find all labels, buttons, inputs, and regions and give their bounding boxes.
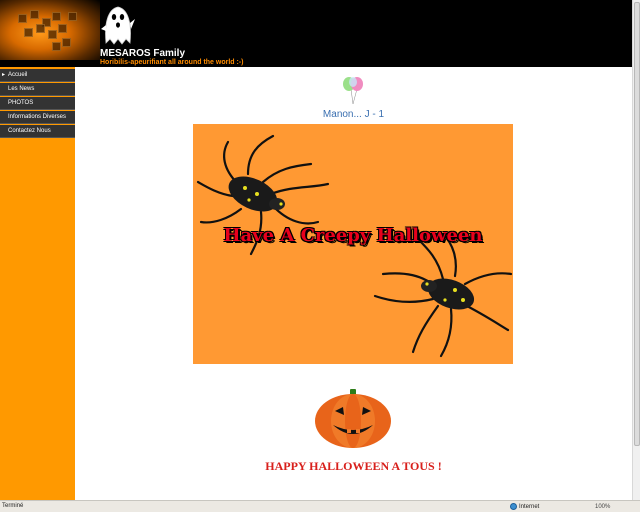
status-text: Terminé (2, 503, 24, 509)
balloons-icon (343, 77, 363, 105)
sidebar-item-photos[interactable]: PHOTOS (0, 97, 75, 110)
halloween-banner-image: Have A Creepy Halloween (193, 124, 513, 364)
browser-statusbar: Terminé Internet 100% (0, 500, 640, 512)
sidebar-item-contact[interactable]: Contactez Nous (0, 125, 75, 138)
vertical-scrollbar[interactable] (632, 0, 640, 500)
site-tagline: Horibilis-apeurifiant all around the wor… (100, 59, 244, 66)
zoom-level[interactable]: 100% (595, 502, 610, 512)
banner-caption: Have A Creepy Halloween (223, 225, 483, 246)
pumpkin-icon (315, 389, 391, 448)
ghost-icon (101, 6, 135, 45)
sidebar: Accueil Les News PHOTOS Informations Div… (0, 67, 75, 500)
sidebar-item-accueil[interactable]: Accueil (0, 69, 75, 82)
sidebar-item-news[interactable]: Les News (0, 83, 75, 96)
browser-viewport: MESAROS Family Horibilis-apeurifiant all… (0, 0, 632, 500)
scrollbar-thumb[interactable] (634, 2, 640, 446)
site-title: MESAROS Family (100, 48, 186, 59)
halloween-greeting: HAPPY HALLOWEEN A TOUS ! (265, 459, 442, 473)
sidebar-item-informations[interactable]: Informations Diverses (0, 111, 75, 124)
site-logo[interactable] (0, 0, 100, 60)
countdown-link[interactable]: Manon... J - 1 (75, 109, 632, 120)
main-content: Manon... J - 1 Have A Creepy Halloween H… (75, 67, 632, 500)
site-header: MESAROS Family Horibilis-apeurifiant all… (0, 0, 632, 67)
security-zone[interactable]: Internet (510, 502, 539, 512)
globe-icon (510, 502, 517, 510)
sidebar-nav: Accueil Les News PHOTOS Informations Div… (0, 69, 75, 139)
zone-label: Internet (519, 504, 540, 510)
